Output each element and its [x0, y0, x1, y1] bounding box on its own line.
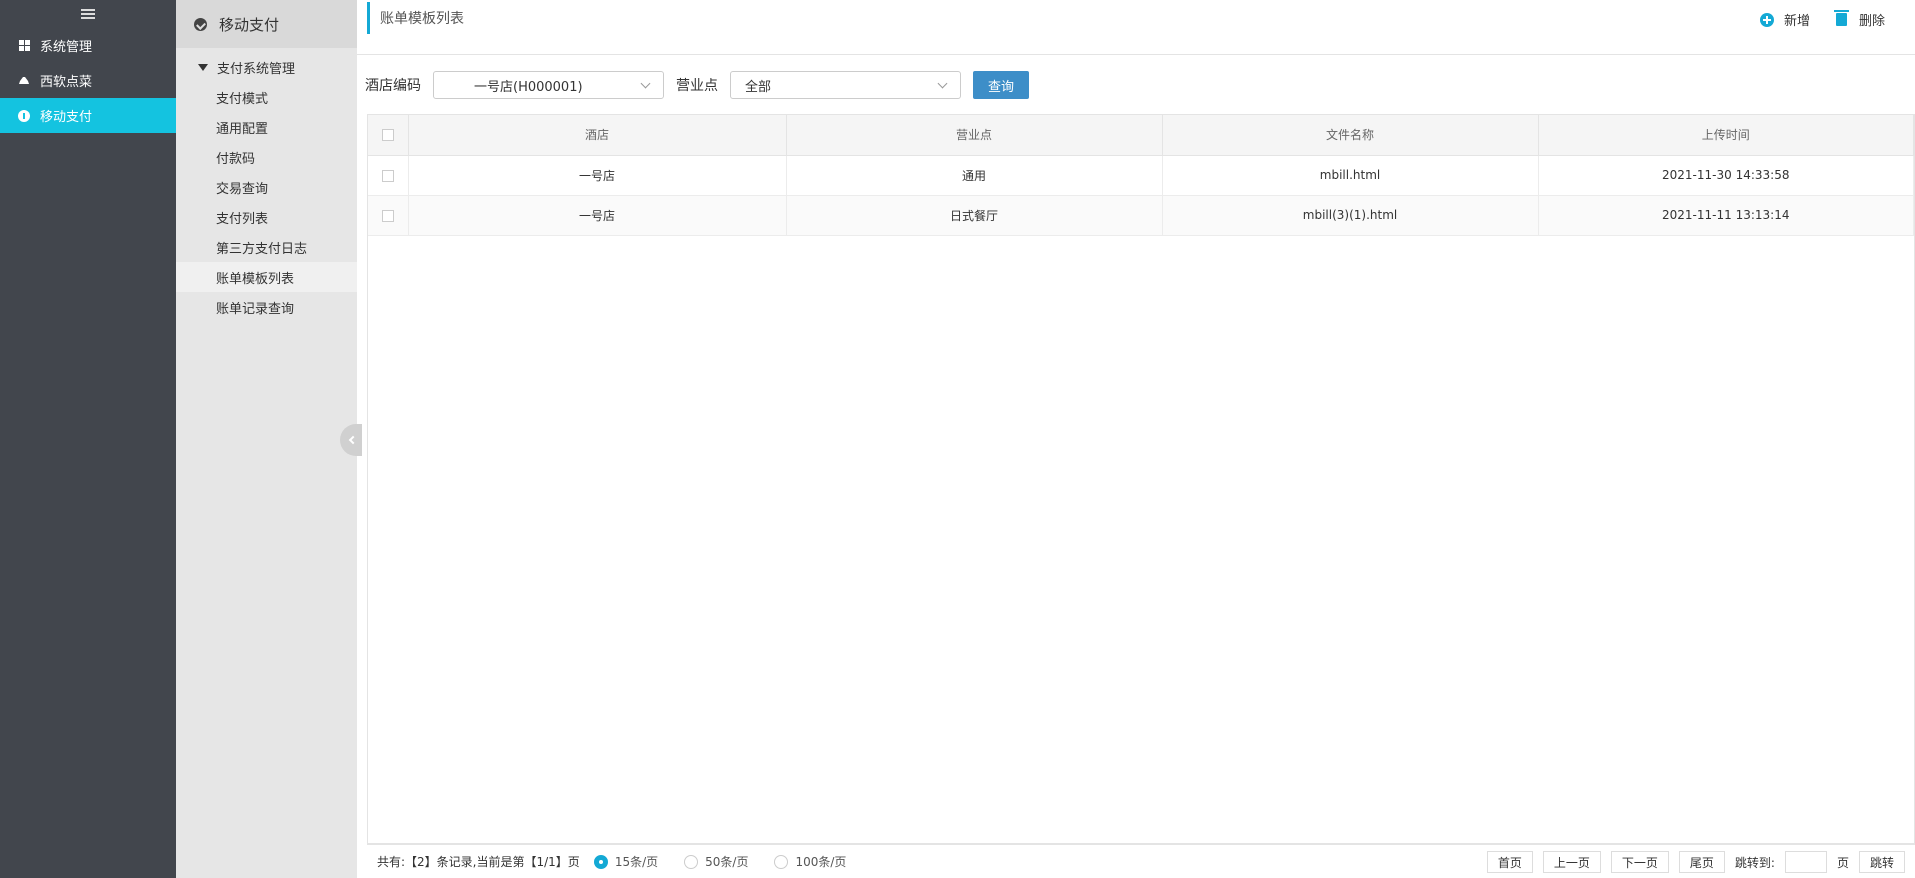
filter-bar: 酒店编码 一号店(H000001) 营业点 全部 查询 — [365, 70, 1029, 100]
column-header-hotel[interactable]: 酒店 — [408, 115, 787, 156]
column-header-file-name[interactable]: 文件名称 — [1162, 115, 1539, 156]
nav-item-label: 系统管理 — [40, 40, 93, 55]
coin-icon — [18, 109, 30, 122]
cell-outlet: 日式餐厅 — [786, 195, 1163, 236]
page-size-label: 100条/页 — [795, 855, 847, 869]
page-size-radio-15[interactable] — [593, 854, 608, 869]
pager: 首页 上一页 下一页 尾页 跳转到: 页 跳转 — [1486, 851, 1905, 873]
chevron-left-icon — [348, 435, 358, 445]
cell-outlet: 通用 — [786, 155, 1163, 196]
sub-group-payment-system[interactable]: 支付系统管理 — [176, 52, 357, 82]
column-header-outlet[interactable]: 营业点 — [786, 115, 1163, 156]
trash-icon — [1833, 10, 1849, 26]
prev-page-button[interactable]: 上一页 — [1542, 851, 1601, 873]
nav-item-label: 西软点菜 — [40, 75, 93, 90]
chevron-down-icon — [640, 78, 651, 89]
cell-upload-time: 2021-11-30 14:33:58 — [1538, 155, 1914, 196]
bill-template-table: 酒店 营业点 文件名称 上传时间 一号店 通用 mbill.html 2021-… — [367, 114, 1915, 844]
hamburger-icon — [81, 9, 95, 19]
jump-to-label: 跳转到: — [1734, 855, 1775, 870]
caret-down-icon — [198, 63, 208, 71]
outlet-select[interactable]: 全部 — [730, 71, 961, 99]
column-header-upload-time[interactable]: 上传时间 — [1538, 115, 1914, 156]
cell-hotel: 一号店 — [408, 195, 787, 236]
sub-item-payment-mode[interactable]: 支付模式 — [176, 82, 357, 112]
cloud-icon — [18, 75, 30, 87]
chevron-down-icon — [937, 78, 948, 89]
sub-item-general-config[interactable]: 通用配置 — [176, 112, 357, 142]
select-all-cell — [368, 115, 409, 156]
sub-item-bill-record-query[interactable]: 账单记录查询 — [176, 292, 357, 322]
jump-button[interactable]: 跳转 — [1858, 851, 1905, 873]
sub-item-third-party-log[interactable]: 第三方支付日志 — [176, 232, 357, 262]
sub-item-bill-template-list[interactable]: 账单模板列表 — [176, 262, 357, 292]
jump-page-input[interactable] — [1784, 851, 1827, 873]
sub-menu: 移动支付 支付系统管理 支付模式 通用配置 付款码 交易查询 支付列表 第三方支… — [176, 0, 357, 878]
main-content: 账单模板列表 新增 删除 酒店编码 一号店(H000001) 营业点 全部 查询 — [357, 0, 1915, 878]
next-page-button[interactable]: 下一页 — [1610, 851, 1669, 873]
grid-icon — [18, 40, 30, 52]
plus-circle-icon — [1759, 12, 1774, 27]
nav-item-mobile-pay[interactable]: 移动支付 — [0, 98, 176, 133]
sub-item-payment-code[interactable]: 付款码 — [176, 142, 357, 172]
cell-hotel: 一号店 — [408, 155, 787, 196]
hotel-code-select[interactable]: 一号店(H000001) — [433, 71, 664, 99]
query-button[interactable]: 查询 — [973, 71, 1029, 99]
sub-item-transaction-query[interactable]: 交易查询 — [176, 172, 357, 202]
page-unit-label: 页 — [1836, 855, 1849, 870]
page-size-radio-100[interactable] — [774, 854, 789, 869]
nav-item-system[interactable]: 系统管理 — [0, 28, 176, 63]
row-checkbox[interactable] — [381, 209, 394, 222]
outlet-label: 营业点 — [676, 78, 718, 94]
cell-file-name: mbill.html — [1162, 155, 1539, 196]
cell-upload-time: 2021-11-11 13:13:14 — [1538, 195, 1914, 236]
menu-toggle[interactable] — [0, 0, 176, 28]
page-size-label: 15条/页 — [614, 855, 659, 869]
mobile-pay-icon — [194, 17, 207, 31]
table-header-row: 酒店 营业点 文件名称 上传时间 — [368, 115, 1914, 156]
select-all-checkbox[interactable] — [381, 129, 394, 142]
page-header: 账单模板列表 新增 删除 — [357, 0, 1915, 55]
last-page-button[interactable]: 尾页 — [1678, 851, 1725, 873]
cell-file-name: mbill(3)(1).html — [1162, 195, 1539, 236]
row-checkbox-cell — [368, 195, 409, 236]
page-size-radio-50[interactable] — [684, 854, 699, 869]
page-size-label: 50条/页 — [705, 855, 749, 869]
pagination-bar: 共有:【2】条记录,当前是第【1/1】页 15条/页 50条/页 100条/页 … — [367, 844, 1915, 878]
nav-item-label: 移动支付 — [40, 110, 93, 125]
toolbar: 新增 删除 — [1759, 10, 1885, 29]
add-button[interactable]: 新增 — [1759, 10, 1810, 29]
sub-item-payment-list[interactable]: 支付列表 — [176, 202, 357, 232]
main-nav: 系统管理 西软点菜 移动支付 — [0, 0, 176, 878]
nav-item-ordering[interactable]: 西软点菜 — [0, 63, 176, 98]
delete-button[interactable]: 删除 — [1833, 10, 1885, 29]
row-checkbox[interactable] — [381, 169, 394, 182]
sub-menu-title: 移动支付 — [176, 0, 357, 48]
record-summary: 共有:【2】条记录,当前是第【1/1】页 — [377, 855, 580, 869]
page-title: 账单模板列表 — [367, 2, 464, 34]
table-row[interactable]: 一号店 通用 mbill.html 2021-11-30 14:33:58 — [368, 155, 1914, 196]
first-page-button[interactable]: 首页 — [1486, 851, 1533, 873]
table-row[interactable]: 一号店 日式餐厅 mbill(3)(1).html 2021-11-11 13:… — [368, 195, 1914, 236]
hotel-code-label: 酒店编码 — [365, 78, 421, 94]
row-checkbox-cell — [368, 155, 409, 196]
